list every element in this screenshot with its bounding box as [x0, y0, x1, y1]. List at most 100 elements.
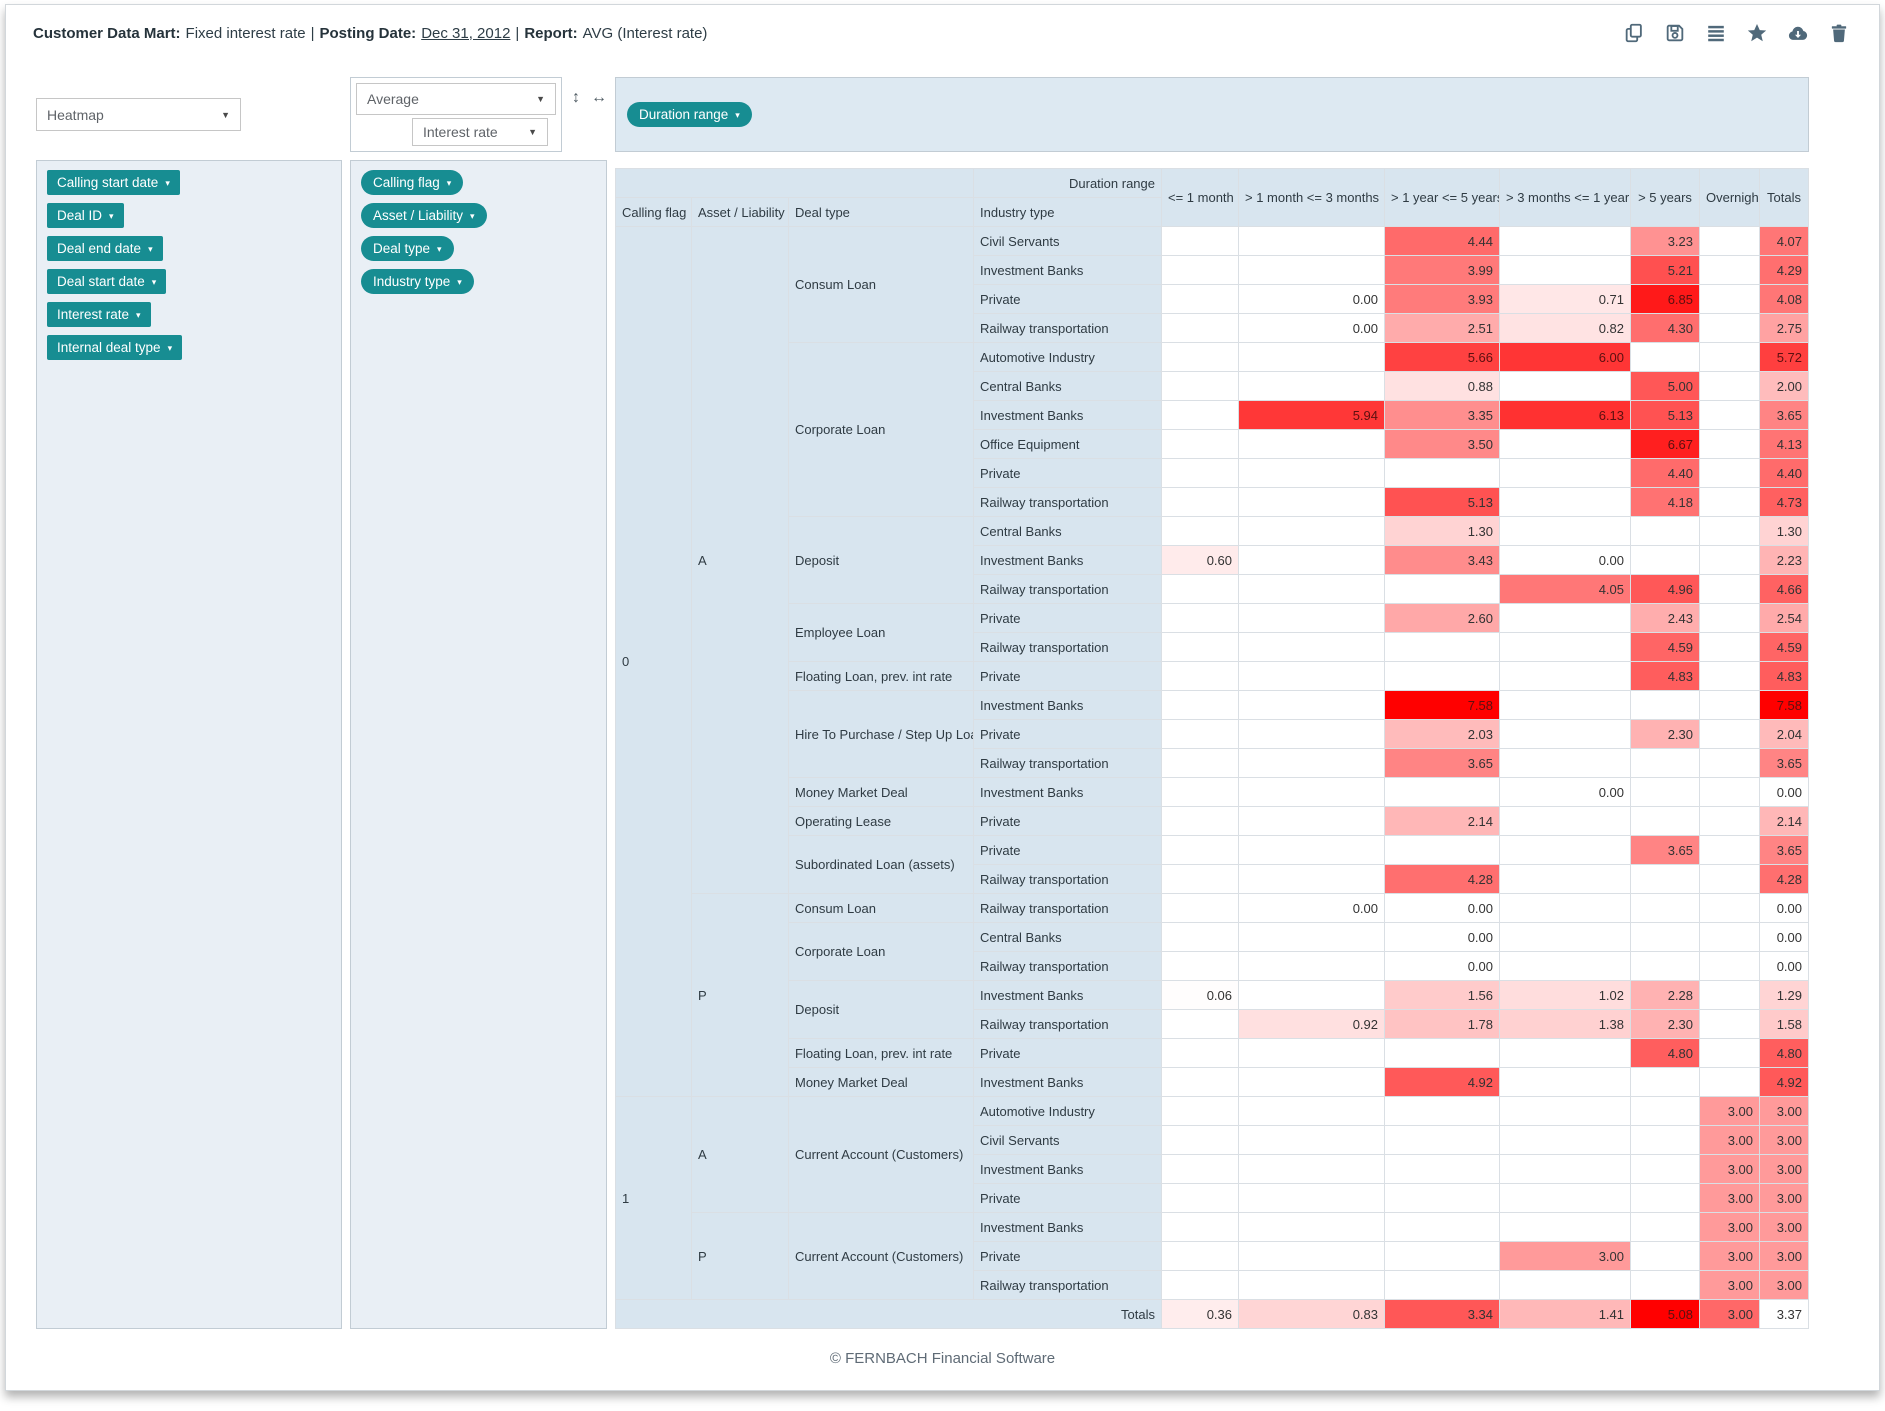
- field-pill-calling-start-date[interactable]: Calling start date▾: [47, 170, 180, 195]
- value-cell-empty: [1500, 227, 1631, 256]
- col-header--1-month-3-months: > 1 month <= 3 months: [1239, 169, 1385, 227]
- field-pill-duration-range[interactable]: Duration range▾: [627, 102, 752, 127]
- report-name: Fixed interest rate: [186, 25, 306, 42]
- measure-box: Average ▼ Interest rate ▼: [350, 77, 562, 152]
- value-cell-empty: [1385, 633, 1500, 662]
- totals-row-label: Totals: [615, 1300, 1161, 1329]
- footer-copyright: © FERNBACH Financial Software: [6, 1329, 1879, 1367]
- deal-type-cell: Operating Lease: [788, 807, 973, 836]
- value-cell-empty: [1162, 923, 1239, 952]
- column-total-cell: 3.00: [1700, 1300, 1760, 1329]
- value-cell-empty: [1239, 546, 1385, 575]
- field-pill-interest-rate[interactable]: Interest rate▾: [47, 302, 151, 327]
- value-cell: 3.00: [1700, 1126, 1760, 1155]
- value-cell: 4.18: [1631, 488, 1700, 517]
- product-label: Customer Data Mart:: [33, 25, 181, 42]
- value-cell-empty: [1631, 865, 1700, 894]
- value-cell-empty: [1631, 894, 1700, 923]
- value-cell-empty: [1631, 778, 1700, 807]
- industry-type-cell: Automotive Industry: [974, 343, 1162, 372]
- value-cell-empty: [1631, 1242, 1700, 1271]
- row-total-cell: 3.65: [1760, 401, 1809, 430]
- value-cell: 4.05: [1500, 575, 1631, 604]
- field-pill-asset-liability[interactable]: Asset / Liability▾: [361, 203, 487, 228]
- select-caret-icon: ▼: [528, 94, 545, 104]
- row-total-cell: 5.72: [1760, 343, 1809, 372]
- asset-liability-cell: A: [691, 227, 788, 894]
- resize-vertical-icon[interactable]: ↕: [572, 90, 580, 106]
- measure-select[interactable]: Interest rate ▼: [412, 118, 548, 146]
- resize-horizontal-icon[interactable]: ↔: [591, 90, 607, 106]
- value-cell-empty: [1239, 459, 1385, 488]
- value-cell-empty: [1500, 1271, 1631, 1300]
- value-cell: 3.00: [1700, 1155, 1760, 1184]
- deal-type-cell: Consum Loan: [788, 227, 973, 343]
- value-cell: 2.60: [1385, 604, 1500, 633]
- value-cell-empty: [1700, 459, 1760, 488]
- chevron-down-icon: ▾: [165, 178, 170, 188]
- industry-type-cell: Office Equipment: [974, 430, 1162, 459]
- row-total-cell: 2.75: [1760, 314, 1809, 343]
- value-cell-empty: [1162, 691, 1239, 720]
- copy-icon[interactable]: [1622, 21, 1646, 45]
- value-cell: 2.43: [1631, 604, 1700, 633]
- asset-liability-cell: A: [691, 1097, 788, 1213]
- value-cell-empty: [1631, 1126, 1700, 1155]
- value-cell: 3.00: [1700, 1242, 1760, 1271]
- trash-icon[interactable]: [1827, 21, 1851, 45]
- value-cell-empty: [1700, 430, 1760, 459]
- value-cell: 3.00: [1700, 1213, 1760, 1242]
- app-window: Customer Data Mart: Fixed interest rate …: [5, 4, 1880, 1391]
- aggregation-select[interactable]: Average ▼: [356, 83, 556, 115]
- value-cell-empty: [1500, 1184, 1631, 1213]
- value-cell: 3.35: [1385, 401, 1500, 430]
- field-pill-label: Calling flag: [373, 175, 440, 190]
- field-pill-label: Deal end date: [57, 241, 141, 256]
- row-total-cell: 0.00: [1760, 923, 1809, 952]
- industry-type-cell: Investment Banks: [974, 546, 1162, 575]
- field-pill-deal-end-date[interactable]: Deal end date▾: [47, 236, 163, 261]
- value-cell-empty: [1239, 749, 1385, 778]
- value-cell-empty: [1631, 343, 1700, 372]
- value-cell-empty: [1700, 749, 1760, 778]
- field-pill-deal-type[interactable]: Deal type▾: [361, 236, 454, 261]
- posting-date-link[interactable]: Dec 31, 2012: [421, 25, 510, 42]
- field-pill-calling-flag[interactable]: Calling flag▾: [361, 170, 463, 195]
- value-cell-empty: [1162, 430, 1239, 459]
- value-cell-empty: [1162, 1039, 1239, 1068]
- field-pill-deal-id[interactable]: Deal ID▾: [47, 203, 124, 228]
- view-type-select[interactable]: Heatmap ▼: [36, 98, 241, 131]
- row-total-cell: 1.29: [1760, 981, 1809, 1010]
- value-cell-empty: [1239, 720, 1385, 749]
- heatmap-grid-wrap: Duration range<= 1 month> 1 month <= 3 m…: [615, 168, 1809, 1329]
- value-cell-empty: [1239, 691, 1385, 720]
- star-icon[interactable]: [1745, 21, 1769, 45]
- value-cell: 2.14: [1385, 807, 1500, 836]
- deal-type-cell: Hire To Purchase / Step Up Loan: [788, 691, 973, 778]
- report-value: AVG (Interest rate): [583, 25, 708, 42]
- field-pill-internal-deal-type[interactable]: Internal deal type▾: [47, 335, 182, 360]
- value-cell-empty: [1700, 343, 1760, 372]
- column-total-cell: 0.83: [1239, 1300, 1385, 1329]
- industry-type-cell: Central Banks: [974, 923, 1162, 952]
- row-total-cell: 4.08: [1760, 285, 1809, 314]
- col-header--3-months-1-year: > 3 months <= 1 year: [1500, 169, 1631, 227]
- cloud-download-icon[interactable]: [1786, 21, 1810, 45]
- row-total-cell: 4.80: [1760, 1039, 1809, 1068]
- value-cell-empty: [1162, 749, 1239, 778]
- list-icon[interactable]: [1704, 21, 1728, 45]
- value-cell-empty: [1500, 662, 1631, 691]
- value-cell-empty: [1631, 1068, 1700, 1097]
- value-cell: 3.00: [1700, 1271, 1760, 1300]
- value-cell-empty: [1239, 256, 1385, 285]
- field-pill-deal-start-date[interactable]: Deal start date▾: [47, 269, 166, 294]
- value-cell: 0.82: [1500, 314, 1631, 343]
- field-pill-industry-type[interactable]: Industry type▾: [361, 269, 474, 294]
- value-cell-empty: [1239, 836, 1385, 865]
- save-icon[interactable]: [1663, 21, 1687, 45]
- industry-type-cell: Private: [974, 807, 1162, 836]
- value-cell-empty: [1162, 807, 1239, 836]
- value-cell-empty: [1239, 1213, 1385, 1242]
- chevron-down-icon: ▾: [109, 211, 114, 221]
- posting-date-label: Posting Date:: [320, 25, 417, 42]
